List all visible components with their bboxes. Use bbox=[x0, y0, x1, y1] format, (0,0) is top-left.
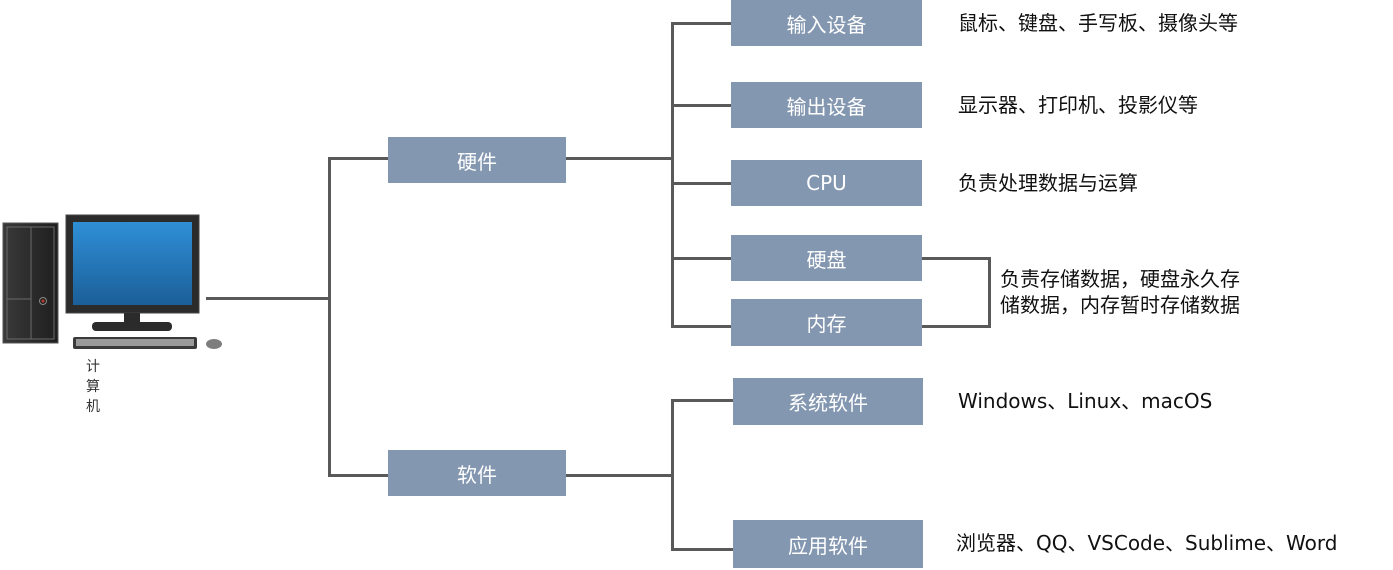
node-cpu-label: CPU bbox=[806, 171, 847, 195]
node-software: 软件 bbox=[388, 450, 566, 496]
bracket-disk bbox=[922, 257, 990, 260]
node-app-software-label: 应用软件 bbox=[788, 533, 868, 558]
node-app-software: 应用软件 bbox=[733, 520, 923, 568]
desc-app-software: 浏览器、QQ、VSCode、Sublime、Word bbox=[956, 531, 1338, 555]
node-memory-label: 内存 bbox=[806, 312, 847, 336]
connector-input bbox=[671, 22, 731, 25]
node-system-software: 系统软件 bbox=[733, 378, 923, 425]
connector-root-vertical bbox=[328, 157, 331, 477]
connector-to-software bbox=[328, 474, 388, 477]
connector-system-software bbox=[671, 399, 733, 402]
desc-storage-line2: 储数据，内存暂时存储数据 bbox=[1000, 293, 1240, 317]
desc-system-software: Windows、Linux、macOS bbox=[958, 389, 1213, 413]
connector-hardware-out bbox=[566, 157, 673, 160]
bracket-memory bbox=[922, 325, 990, 328]
connector-software-vertical bbox=[671, 399, 674, 550]
node-memory: 内存 bbox=[731, 299, 922, 346]
connector-software-out bbox=[566, 474, 673, 477]
desc-input-devices: 鼠标、键盘、手写板、摄像头等 bbox=[958, 11, 1238, 35]
desc-output-devices: 显示器、打印机、投影仪等 bbox=[958, 93, 1198, 117]
connector-disk bbox=[674, 257, 731, 260]
node-input-devices: 输入设备 bbox=[731, 0, 922, 46]
desktop-computer-icon bbox=[2, 214, 222, 349]
node-hard-disk: 硬盘 bbox=[731, 235, 922, 281]
connector-root bbox=[206, 297, 330, 300]
node-output-devices: 输出设备 bbox=[731, 82, 922, 128]
connector-to-hardware bbox=[328, 157, 388, 160]
node-cpu: CPU bbox=[731, 160, 922, 206]
node-input-devices-label: 输入设备 bbox=[786, 12, 867, 37]
node-hardware-label: 硬件 bbox=[457, 149, 497, 174]
connector-app-software bbox=[671, 548, 733, 551]
node-hardware: 硬件 bbox=[388, 137, 566, 183]
node-hard-disk-label: 硬盘 bbox=[806, 247, 847, 272]
bracket-vertical bbox=[988, 257, 991, 328]
node-software-label: 软件 bbox=[457, 462, 497, 487]
connector-cpu bbox=[674, 182, 731, 185]
connector-memory bbox=[671, 325, 731, 328]
computer-label: 计算机 bbox=[86, 359, 100, 415]
node-output-devices-label: 输出设备 bbox=[786, 94, 867, 119]
desc-storage-line1: 负责存储数据，硬盘永久存 bbox=[1000, 267, 1240, 291]
connector-output bbox=[671, 104, 731, 107]
desc-cpu: 负责处理数据与运算 bbox=[958, 171, 1138, 195]
connector-hardware-vertical bbox=[671, 22, 674, 327]
node-system-software-label: 系统软件 bbox=[788, 391, 868, 415]
